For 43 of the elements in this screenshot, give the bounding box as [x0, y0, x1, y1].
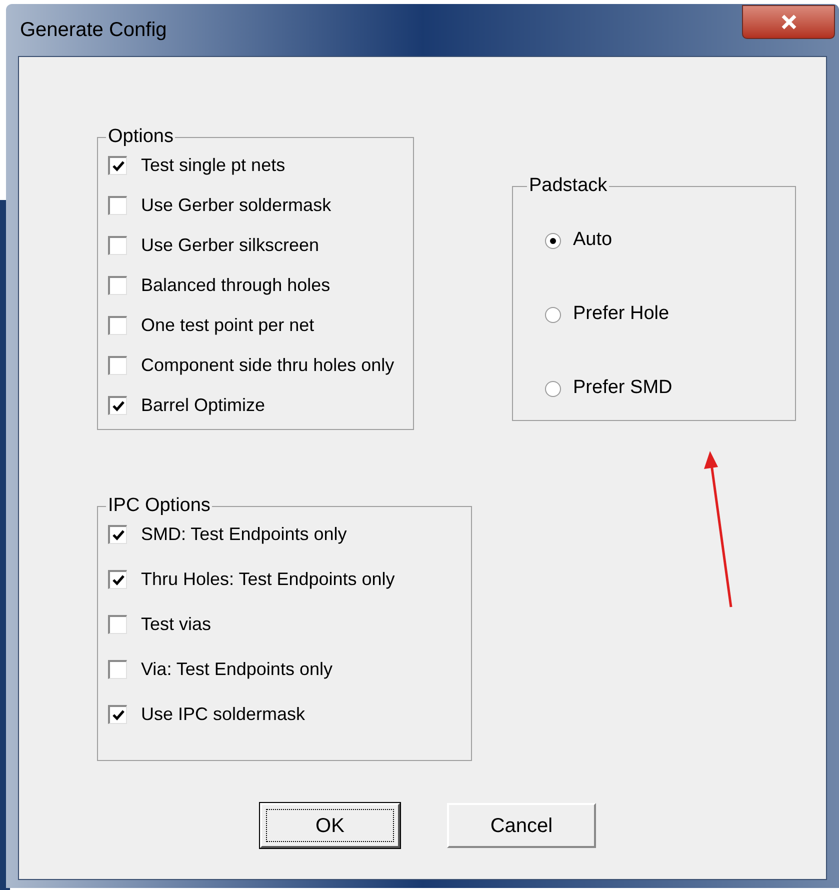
checkmark-icon [112, 709, 124, 721]
checkbox[interactable] [108, 660, 127, 679]
checkbox-label[interactable]: Use Gerber silkscreen [141, 232, 320, 259]
radio-label[interactable]: Auto [573, 226, 612, 255]
group-title: Options [107, 125, 174, 149]
checkbox[interactable] [108, 236, 127, 255]
checkbox-label[interactable]: SMD: Test Endpoints only [141, 521, 347, 548]
checkbox[interactable] [108, 615, 127, 634]
checkbox[interactable] [108, 316, 127, 335]
checkbox-label[interactable]: Test single pt nets [141, 152, 286, 179]
checkbox[interactable] [108, 396, 127, 415]
checkbox-label[interactable]: Test vias [141, 611, 212, 638]
checkmark-icon [112, 574, 124, 586]
checkbox[interactable] [108, 276, 127, 295]
checkbox-label[interactable]: Use IPC soldermask [141, 701, 306, 728]
checkbox-label[interactable]: Barrel Optimize [141, 392, 266, 419]
checkmark-icon [112, 160, 124, 172]
checkmark-icon [112, 529, 124, 541]
checkbox[interactable] [108, 570, 127, 589]
checkbox[interactable] [108, 525, 127, 544]
checkbox-label[interactable]: Balanced through holes [141, 272, 330, 299]
radio-button[interactable] [545, 306, 561, 322]
checkbox-label[interactable]: One test point per net [141, 312, 314, 339]
checkbox[interactable] [108, 196, 127, 215]
checkmark-icon [112, 400, 124, 412]
checkbox[interactable] [108, 156, 127, 175]
checkbox-label[interactable]: Use Gerber soldermask [141, 192, 332, 219]
radio-label[interactable]: Prefer SMD [573, 374, 672, 403]
checkbox-label[interactable]: Thru Holes: Test Endpoints only [141, 566, 395, 593]
close-button[interactable] [742, 5, 835, 39]
checkbox-label[interactable]: Component side thru holes only [141, 352, 394, 379]
checkbox[interactable] [108, 705, 127, 724]
checkbox[interactable] [108, 356, 127, 375]
radio-button[interactable] [545, 232, 561, 248]
checkbox-label[interactable]: Via: Test Endpoints only [141, 656, 332, 683]
radio-button[interactable] [545, 380, 561, 396]
close-icon [780, 14, 798, 30]
group-title: Padstack [528, 174, 608, 198]
window-title: Generate Config [20, 18, 167, 43]
ok-button[interactable]: OK [260, 803, 400, 848]
cancel-button[interactable]: Cancel [447, 803, 596, 848]
group-title: IPC Options [107, 494, 212, 518]
radio-label[interactable]: Prefer Hole [573, 300, 670, 329]
